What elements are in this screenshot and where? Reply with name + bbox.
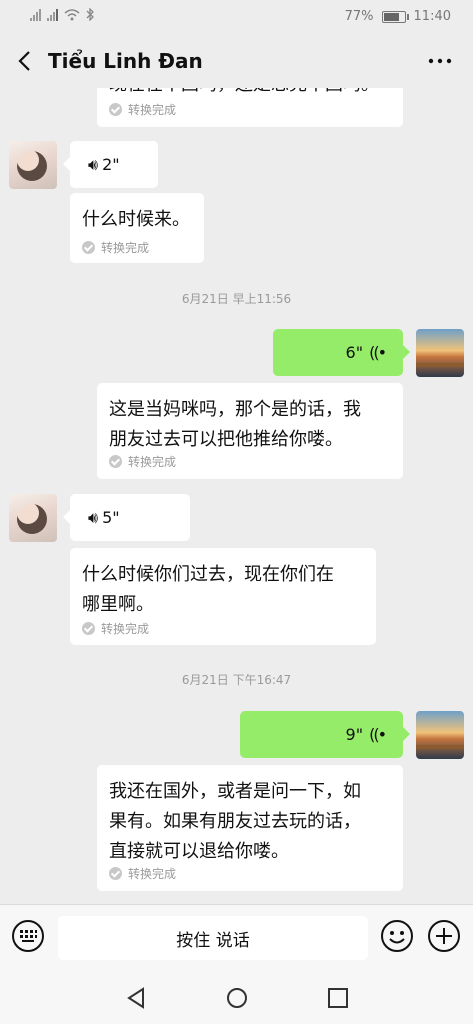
my-avatar[interactable] <box>416 711 464 759</box>
transcription-line: 这是当妈咪吗，那个是的话，我 <box>109 399 361 420</box>
conversion-status: 转换完成 <box>109 453 176 470</box>
transcription-line: 果有。如果有朋友过去玩的话， <box>109 811 361 832</box>
check-icon <box>82 622 95 635</box>
transcription-line: 我还在国外，或者是问一下，如 <box>109 781 361 802</box>
my-avatar[interactable] <box>416 329 464 377</box>
signal-icon-2 <box>47 9 58 21</box>
timestamp: 6月21日 下午16:47 <box>181 673 292 687</box>
transcription-bubble[interactable]: 什么时候你们过去，现在你们在 哪里啊。 转换完成 <box>70 548 376 645</box>
battery-percent: 77% <box>344 9 374 24</box>
transcription-line: 直接就可以退给你喽。 <box>109 841 289 862</box>
transcription-line: 哪里啊。 <box>82 594 154 615</box>
keyboard-icon[interactable] <box>11 919 45 953</box>
voice-wave-icon: 🔊︎ <box>88 507 98 527</box>
timestamp: 6月21日 早上11:56 <box>181 292 292 306</box>
chat-title: Tiểu Linh Đan <box>48 49 203 73</box>
nav-recents-icon[interactable] <box>326 986 350 1010</box>
voice-wave-icon: 🔊︎ <box>88 154 98 174</box>
nav-back-icon[interactable] <box>124 986 148 1010</box>
transcription-line: 什么时候你们过去，现在你们在 <box>82 564 334 585</box>
transcription-bubble[interactable]: 什么时候来。 转换完成 <box>70 193 204 263</box>
check-icon <box>109 867 122 880</box>
voice-duration: 6" <box>345 343 364 362</box>
check-icon <box>109 455 122 468</box>
transcription-bubble[interactable]: 这是当妈咪吗，那个是的话，我 朋友过去可以把他推给你喽。 转换完成 <box>97 383 403 479</box>
system-nav-bar <box>0 972 473 1024</box>
bluetooth-icon <box>86 8 94 21</box>
voice-duration: 9" <box>345 725 364 744</box>
check-icon <box>82 241 95 254</box>
transcription-bubble[interactable]: 我还在国外，或者是问一下，如 果有。如果有朋友过去玩的话， 直接就可以退给你喽。 转… <box>97 765 403 891</box>
chat-header: Tiểu Linh Đan <box>0 34 473 88</box>
voice-duration: 5" <box>102 508 120 527</box>
voice-message-bubble[interactable]: 🔊︎ 5" <box>63 494 190 541</box>
clock: 11:40 <box>413 9 451 24</box>
emoji-icon[interactable] <box>380 919 414 953</box>
chat-area[interactable]: 现在在中国吗，还是忘完中国吗。 转换完成 🔊︎2" 什么时候来。 转换完成 6月… <box>0 88 473 904</box>
hold-to-talk-button[interactable]: 按住 说话 <box>58 916 368 960</box>
voice-message-bubble[interactable]: 6" ((• <box>273 329 410 376</box>
input-bar: 按住 说话 <box>0 904 473 973</box>
check-icon <box>109 103 122 116</box>
conversion-status: 转换完成 <box>82 620 149 637</box>
contact-avatar[interactable] <box>9 494 57 542</box>
voice-message-bubble[interactable]: 9" ((• <box>240 711 410 758</box>
voice-duration: 2" <box>102 155 120 174</box>
transcription-line: 朋友过去可以把他推给你喽。 <box>109 429 343 450</box>
wifi-icon <box>64 9 80 21</box>
voice-wave-icon: ((• <box>369 343 387 362</box>
transcription-text: 什么时候来。 <box>82 209 190 230</box>
transcription-text: 现在在中国吗，还是忘完中国吗。 <box>109 88 379 100</box>
status-bar: 77% 11:40 <box>0 0 473 34</box>
battery-icon <box>381 10 409 23</box>
nav-home-icon[interactable] <box>225 986 249 1010</box>
back-arrow-icon[interactable] <box>12 46 40 76</box>
status-icons-right: 77% 11:40 <box>345 9 451 24</box>
conversion-status: 转换完成 <box>82 239 149 256</box>
conversion-status: 转换完成 <box>109 101 176 118</box>
status-icons-left <box>30 8 95 21</box>
contact-avatar[interactable] <box>9 141 57 189</box>
conversion-status: 转换完成 <box>109 865 176 882</box>
voice-message-bubble[interactable]: 🔊︎ 2" <box>63 141 158 188</box>
more-options-icon[interactable] <box>425 48 455 74</box>
signal-icon <box>30 9 41 21</box>
add-icon[interactable] <box>427 919 461 953</box>
voice-wave-icon: ((• <box>369 725 387 744</box>
transcription-bubble[interactable]: 现在在中国吗，还是忘完中国吗。 转换完成 <box>97 88 403 127</box>
